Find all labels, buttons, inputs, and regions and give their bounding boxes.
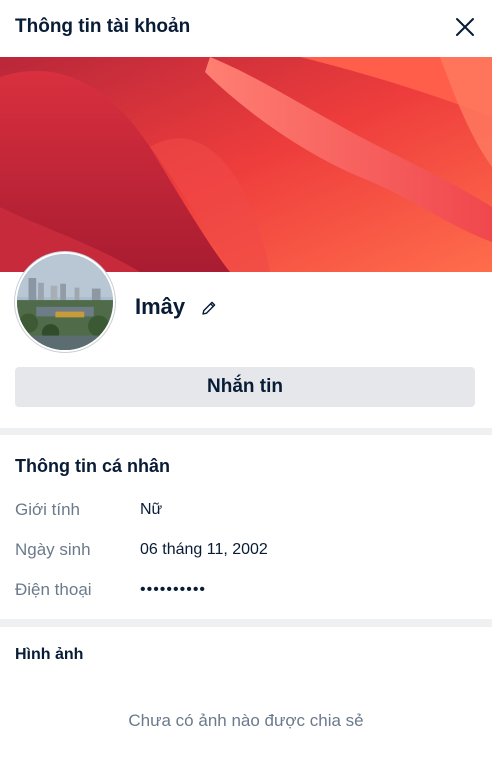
phone-value: ••••••••••: [140, 581, 207, 598]
personal-info-title: Thông tin cá nhân: [15, 456, 170, 476]
profile-name: Imây: [135, 294, 186, 319]
photos-empty-text: Chưa có ảnh nào được chia sẻ: [128, 711, 364, 730]
birthday-label: Ngày sinh: [15, 540, 91, 559]
gender-label: Giới tính: [15, 500, 81, 519]
dialog-title: Thông tin tài khoản: [15, 16, 191, 37]
avatar[interactable]: [15, 252, 115, 352]
pencil-icon: [202, 301, 216, 315]
section-divider: [0, 428, 492, 435]
close-button[interactable]: [450, 12, 480, 42]
close-icon: [456, 18, 474, 36]
phone-label: Điện thoại: [15, 580, 92, 599]
dialog-header: Thông tin tài khoản: [0, 0, 492, 57]
photos-title: Hình ảnh: [15, 646, 84, 663]
gender-value: Nữ: [140, 501, 163, 518]
birthday-value: 06 tháng 11, 2002: [140, 541, 268, 558]
section-divider: [0, 619, 492, 627]
message-button[interactable]: Nhắn tin: [15, 367, 475, 407]
edit-name-button[interactable]: [199, 298, 219, 318]
cover-photo[interactable]: [0, 57, 492, 272]
